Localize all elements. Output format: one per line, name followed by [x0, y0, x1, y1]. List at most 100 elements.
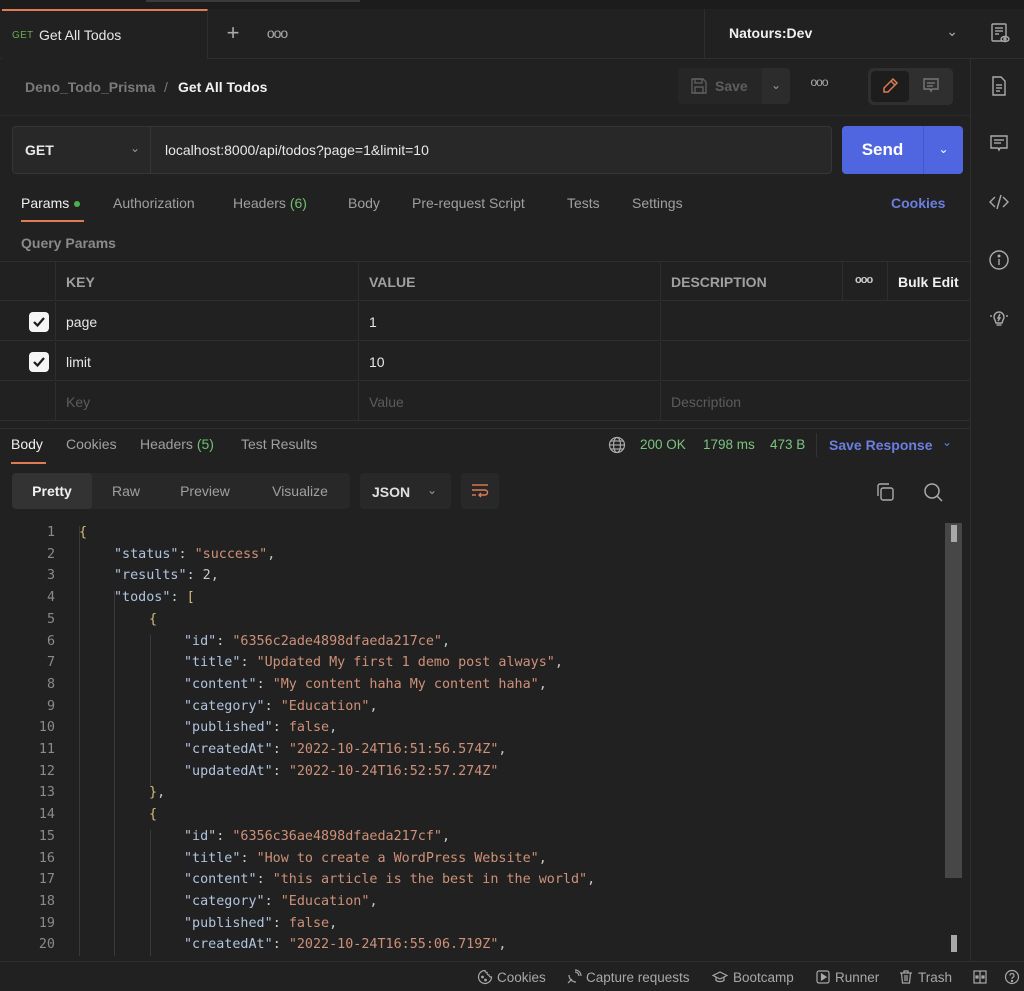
json-value: "2022-10-24T16:51:56.574Z" [288, 742, 499, 757]
code-scrollbar[interactable] [945, 523, 962, 953]
response-tab-test-results[interactable]: Test Results [241, 436, 317, 452]
json-key: "createdAt" [184, 742, 273, 757]
line-number: 10 [38, 720, 55, 736]
cookie-icon [477, 969, 493, 985]
checkmark-icon [33, 317, 45, 328]
tab-get-all-todos[interactable]: GET Get All Todos [2, 9, 208, 59]
response-tab-headers[interactable]: Headers (5) [140, 436, 214, 452]
request-options-button[interactable]: ooo [806, 75, 832, 97]
param-description-cell[interactable] [660, 302, 970, 341]
param-value-cell[interactable]: 10 [358, 342, 660, 381]
code-snippet-icon[interactable] [988, 191, 1010, 213]
url-input[interactable]: localhost:8000/api/todos?page=1&limit=10 [165, 142, 429, 158]
column-options-button[interactable]: ooo [842, 262, 887, 301]
view-visualize[interactable]: Visualize [250, 473, 350, 509]
cookies-link[interactable]: Cookies [891, 195, 945, 211]
send-options-button[interactable]: ⌄ [923, 126, 963, 174]
line-number: 18 [38, 893, 55, 909]
tab-tests[interactable]: Tests [567, 195, 600, 211]
breadcrumb-request-name[interactable]: Get All Todos [178, 79, 267, 95]
chevron-down-icon[interactable]: ⌄ [942, 435, 952, 449]
view-raw[interactable]: Raw [92, 473, 160, 509]
tab-params[interactable]: Params [21, 195, 81, 211]
new-description-input[interactable]: Description [660, 382, 970, 421]
json-punctuation: : [240, 655, 257, 671]
json-key: "content" [184, 872, 257, 888]
statusbar-cookies[interactable]: Cookies [497, 970, 546, 985]
response-headers-label: Headers [140, 436, 193, 452]
chevron-down-icon: ⌄ [946, 23, 958, 39]
format-select[interactable]: JSON ⌄ [360, 473, 451, 509]
tab-body[interactable]: Body [348, 195, 380, 211]
code-content: "status": "success", [114, 547, 275, 562]
line-number: 12 [38, 763, 55, 779]
search-icon[interactable] [922, 481, 944, 503]
tab-options-button[interactable]: ooo [264, 21, 290, 47]
plus-icon: + [226, 20, 240, 45]
tab-settings[interactable]: Settings [632, 195, 683, 211]
info-icon[interactable] [988, 249, 1010, 271]
param-row: page 1 [0, 302, 970, 341]
view-preview[interactable]: Preview [160, 473, 250, 509]
statusbar-bootcamp[interactable]: Bootcamp [733, 970, 794, 985]
param-description-cell[interactable] [660, 342, 970, 381]
http-method-select[interactable]: GET ⌄ [13, 127, 151, 173]
edit-mode-button[interactable] [871, 71, 909, 102]
response-tab-body[interactable]: Body [11, 436, 43, 452]
tab-scroll-thumb[interactable] [146, 0, 360, 2]
save-response-button[interactable]: Save Response [829, 437, 933, 453]
param-enabled-checkbox[interactable] [29, 352, 49, 372]
comment-icon [923, 78, 939, 93]
json-key: "createdAt" [184, 937, 273, 953]
comments-icon[interactable] [988, 133, 1010, 155]
new-value-input[interactable]: Value [358, 382, 660, 421]
documentation-icon[interactable] [988, 75, 1010, 97]
globe-icon[interactable] [608, 436, 626, 454]
lightbulb-icon[interactable] [988, 307, 1010, 329]
json-bracket: { [79, 525, 88, 540]
tab-authorization[interactable]: Authorization [113, 195, 195, 211]
chevron-down-icon: ⌄ [770, 78, 782, 92]
json-value: "this article is the best in the world" [272, 872, 588, 888]
code-content: { [149, 807, 157, 822]
response-time[interactable]: 1798 ms [703, 437, 755, 452]
breadcrumb-collection[interactable]: Deno_Todo_Prisma [25, 79, 155, 95]
bulk-edit-button[interactable]: Bulk Edit [887, 262, 970, 301]
line-number: 20 [38, 937, 55, 953]
tab-pre-request-script[interactable]: Pre-request Script [412, 195, 525, 211]
new-tab-button[interactable]: + [220, 21, 246, 47]
scrollbar-thumb[interactable] [945, 523, 962, 878]
code-line: 8 "content": "My content haha My content … [0, 674, 945, 696]
save-button[interactable]: Save [678, 68, 761, 104]
tab-headers[interactable]: Headers (6) [233, 195, 307, 211]
response-body-viewer[interactable]: 1{2 "status": "success", 3 "results": 2, 4 "t… [0, 522, 945, 956]
wrap-lines-button[interactable] [461, 473, 499, 509]
environment-select[interactable]: Natours:Dev ⌄ [704, 9, 970, 59]
params-header-row: KEY VALUE DESCRIPTION ooo Bulk Edit [0, 262, 970, 301]
json-bracket: [ [186, 590, 195, 606]
statusbar-trash[interactable]: Trash [918, 970, 952, 985]
param-key-cell[interactable]: limit [55, 342, 358, 381]
copy-icon[interactable] [874, 481, 896, 503]
statusbar-runner[interactable]: Runner [835, 970, 879, 985]
comment-mode-button[interactable] [912, 71, 950, 102]
param-key: page [66, 314, 98, 330]
response-status[interactable]: 200 OK [640, 437, 686, 452]
response-size[interactable]: 473 B [770, 437, 805, 452]
code-line: 4 "todos": [ [0, 587, 945, 609]
param-enabled-checkbox[interactable] [29, 312, 49, 332]
param-value-cell[interactable]: 1 [358, 302, 660, 341]
send-button[interactable]: Send [842, 126, 923, 174]
param-key-cell[interactable]: page [55, 302, 358, 341]
help-icon[interactable] [1004, 969, 1020, 985]
response-tab-cookies[interactable]: Cookies [66, 436, 117, 452]
new-key-input[interactable]: Key [55, 382, 358, 421]
view-pretty[interactable]: Pretty [12, 473, 92, 509]
statusbar-capture-requests[interactable]: Capture requests [586, 970, 690, 985]
code-line: 19 "published": false, [0, 913, 945, 935]
tab-params-label: Params [21, 195, 70, 211]
environment-quick-look-icon[interactable] [988, 21, 1012, 45]
save-options-button[interactable]: ⌄ [762, 68, 790, 104]
two-pane-layout-icon[interactable] [972, 969, 988, 985]
code-content: "title": "How to create a WordPress Webs… [184, 851, 547, 866]
